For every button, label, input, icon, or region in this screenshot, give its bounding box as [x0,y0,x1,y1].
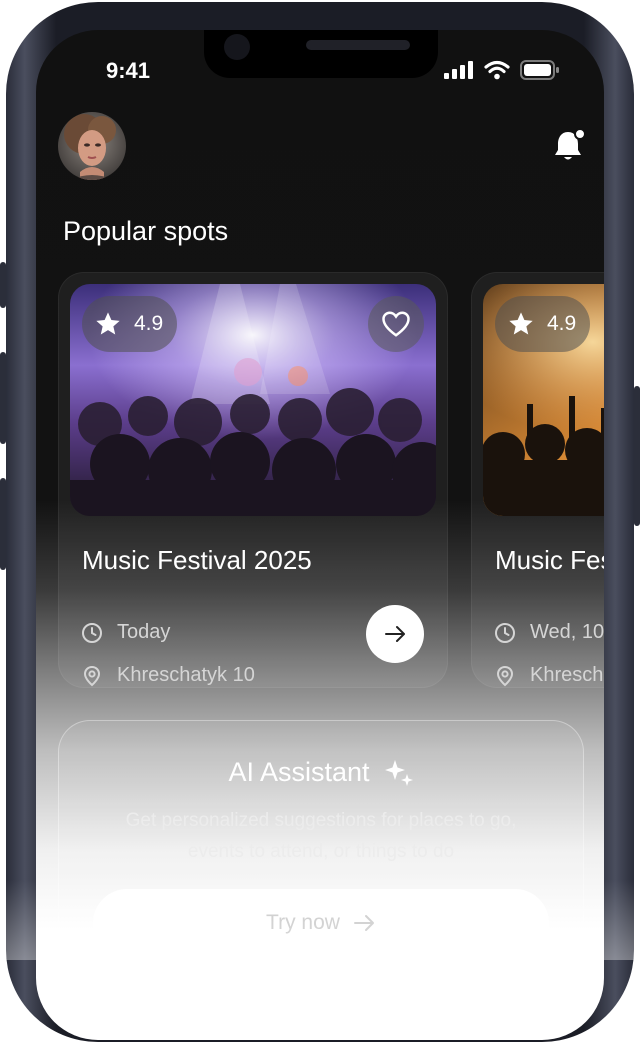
side-button [0,352,6,444]
bell-icon [555,128,586,160]
rating-value: 4.9 [547,312,577,335]
section-title: Popular spots [63,216,229,246]
wifi-icon [484,60,510,80]
try-now-label: Try now [266,911,340,934]
ai-assistant-card: AI Assistant Get personalized suggestion… [58,720,584,1040]
event-date: Wed, 10. [494,621,604,644]
ai-description-line: Get personalized suggestions for places … [125,810,517,831]
app-screen: 9:41 Popular spots 4.9 Music Festival 20… [36,30,604,1040]
speaker-grille [306,40,410,50]
sparkles-icon [384,759,413,786]
event-location-text: Khreschatyk 10 [117,664,255,686]
battery-icon [520,60,559,80]
event-date-text: Wed, 10. [530,621,604,643]
event-date: Today [81,621,170,644]
status-time: 9:41 [106,58,151,83]
arrow-right-icon [353,915,374,931]
side-button [0,262,6,308]
ai-assistant-title: AI Assistant [228,757,370,787]
event-card[interactable]: 4.9 Music Fes Wed, 10. Khrescha [471,272,604,688]
clock-icon [495,622,515,643]
side-button [0,478,6,570]
signal-icon [444,61,473,79]
profile-avatar [58,112,126,180]
open-event-button[interactable] [366,605,424,663]
ai-assistant-description: Get personalized suggestions for places … [99,805,543,867]
event-title: Music Fes [495,545,604,575]
heart-icon [382,311,410,337]
event-location: Khrescha [494,664,604,687]
try-now-button[interactable]: Try now [93,889,549,957]
avatar[interactable] [58,112,126,180]
event-card[interactable]: 4.9 Music Festival 2025 Today Khreschaty… [58,272,448,688]
event-image: 4.9 [70,284,436,516]
event-image: 4.9 [483,284,604,516]
favorite-button[interactable] [368,296,424,352]
event-title: Music Festival 2025 [82,545,312,575]
front-camera [224,34,250,60]
rating-badge: 4.9 [82,296,178,352]
event-location-text: Khrescha [530,664,604,686]
star-icon [509,312,533,335]
event-location: Khreschatyk 10 [81,664,255,687]
notification-button[interactable] [554,128,586,162]
ai-description-line: events to attend, or things to do [187,841,455,862]
ai-assistant-heading: AI Assistant [59,757,583,788]
arrow-right-icon [385,626,405,642]
location-pin-icon [496,665,514,686]
location-pin-icon [83,665,101,686]
event-date-text: Today [117,621,171,643]
rating-value: 4.9 [134,312,164,335]
status-icons [444,60,560,80]
clock-icon [82,622,102,643]
star-icon [96,312,120,335]
rating-badge: 4.9 [495,296,591,352]
side-button [634,386,640,526]
